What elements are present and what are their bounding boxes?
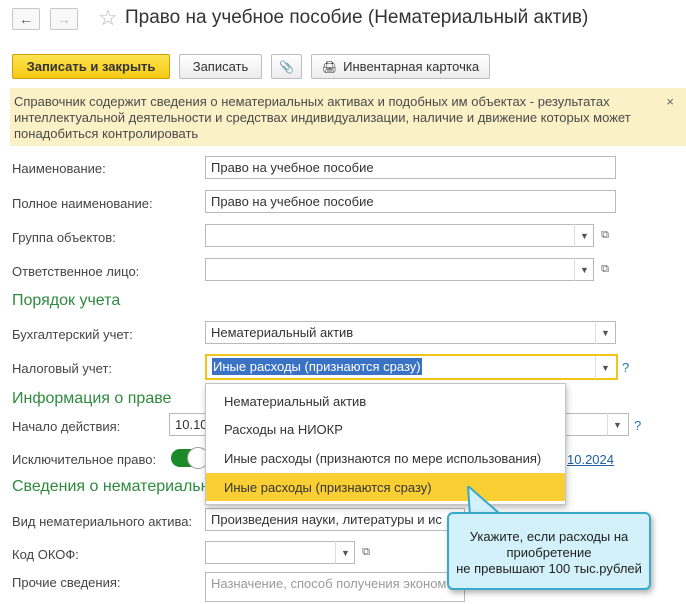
name-input[interactable]: Право на учебное пособие [205,156,616,179]
help-icon[interactable]: ? [634,418,641,433]
info-text: Справочник содержит сведения о нематериа… [14,94,631,141]
responsible-label: Ответственное лицо: [12,264,140,279]
tax-dropdown-list: Нематериальный актив Расходы на НИОКР Ин… [205,383,566,505]
inventory-card-label: Инвентарная карточка [343,59,480,74]
open-icon[interactable]: ⧉ [595,258,615,281]
chevron-down-icon[interactable]: ▼ [335,541,355,564]
open-icon[interactable]: ⧉ [356,541,376,564]
kind-select[interactable]: Произведения науки, литературы и ис [205,508,465,531]
favorite-star-icon[interactable]: ☆ [98,5,118,31]
name-label: Наименование: [12,161,106,176]
close-icon[interactable]: × [666,94,674,110]
tax-label: Налоговый учет: [12,361,113,376]
dropdown-option-selected[interactable]: Иные расходы (признаются сразу) [206,473,565,501]
exclusive-link[interactable]: 10.2024 [567,452,614,467]
save-button[interactable]: Записать [179,54,262,79]
printer-icon: 🖨 [321,59,338,74]
tooltip-line-2: приобретение [506,545,592,560]
attach-button[interactable]: 📎 [271,54,302,79]
start-label: Начало действия: [12,419,121,434]
other-label: Прочие сведения: [12,575,121,590]
fullname-label: Полное наименование: [12,196,153,211]
exclusive-label: Исключительное право: [12,452,157,467]
other-textarea[interactable]: Назначение, способ получения эконом [205,572,465,602]
group-input[interactable] [205,224,594,247]
back-button[interactable]: ← [12,8,40,30]
dropdown-option[interactable]: Расходы на НИОКР [206,415,565,443]
fullname-input[interactable]: Право на учебное пособие [205,190,616,213]
tooltip-line-1: Укажите, если расходы на [469,529,629,544]
okof-label: Код ОКОФ: [12,547,79,562]
tooltip-line-3: не превышают 100 тыс.рублей [456,561,642,576]
tax-select[interactable]: Иные расходы (признаются сразу) [205,354,618,380]
chevron-down-icon[interactable]: ▼ [574,258,594,281]
chevron-down-icon[interactable]: ▼ [595,321,615,344]
accounting-label: Бухгалтерский учет: [12,327,133,342]
section-intangible: Сведения о нематериальны [12,478,221,495]
arrow-left-icon: ← [19,11,33,27]
okof-input[interactable] [205,541,355,564]
group-label: Группа объектов: [12,230,116,245]
info-banner: Справочник содержит сведения о нематериа… [10,88,686,146]
chevron-down-icon[interactable]: ▼ [607,413,627,436]
responsible-input[interactable] [205,258,594,281]
inventory-card-button[interactable]: 🖨 Инвентарная карточка [311,54,490,79]
chevron-down-icon[interactable]: ▼ [574,224,594,247]
kind-label: Вид нематериального актива: [12,514,193,529]
arrow-right-icon: → [57,11,71,27]
accounting-select[interactable]: Нематериальный актив [205,321,616,344]
exclusive-toggle[interactable] [171,447,209,469]
dropdown-option[interactable]: Иные расходы (признаются по мере использ… [206,444,565,472]
chevron-down-icon[interactable]: ▼ [595,356,615,379]
section-accounting: Порядок учета [12,292,121,309]
open-icon[interactable]: ⧉ [595,224,615,247]
hint-tooltip: Укажите, если расходы на приобретение не… [447,512,651,590]
save-and-close-button[interactable]: Записать и закрыть [12,54,170,79]
dropdown-option[interactable]: Нематериальный актив [206,387,565,415]
page-title: Право на учебное пособие (Нематериальный… [125,7,589,28]
section-rights: Информация о праве [12,390,172,407]
forward-button[interactable]: → [50,8,78,30]
help-icon[interactable]: ? [622,360,629,375]
paperclip-icon: 📎 [279,59,294,74]
tax-select-value: Иные расходы (признаются сразу) [212,358,422,375]
